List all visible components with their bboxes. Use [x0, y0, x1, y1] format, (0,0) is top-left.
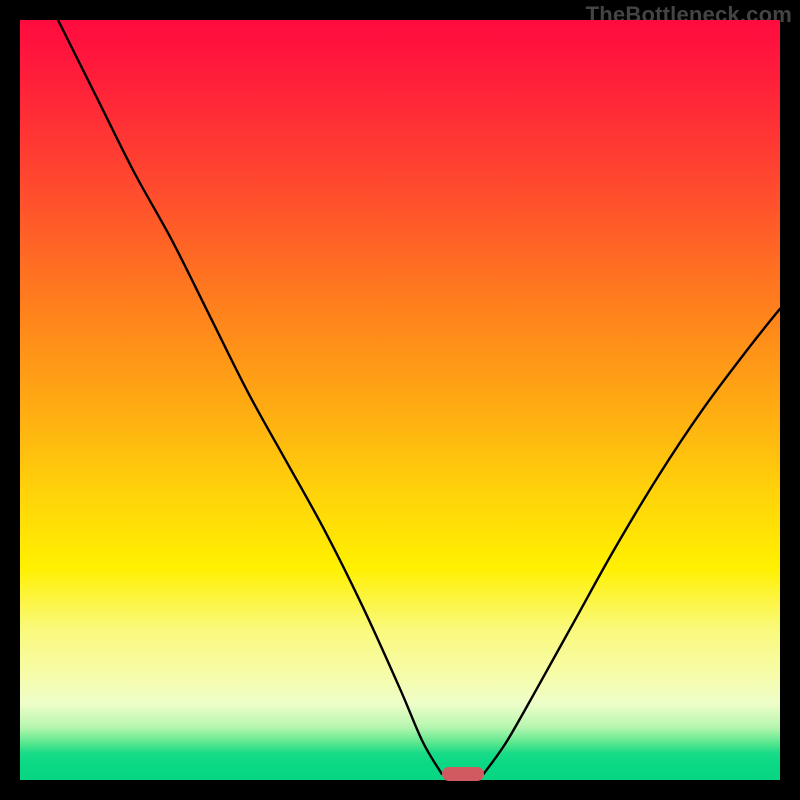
chart-frame: TheBottleneck.com — [0, 0, 800, 800]
minimum-marker — [442, 767, 484, 781]
bottleneck-curve-left — [58, 20, 442, 774]
plot-area — [20, 20, 780, 780]
curve-layer — [20, 20, 780, 780]
bottleneck-curve-right — [484, 309, 780, 774]
